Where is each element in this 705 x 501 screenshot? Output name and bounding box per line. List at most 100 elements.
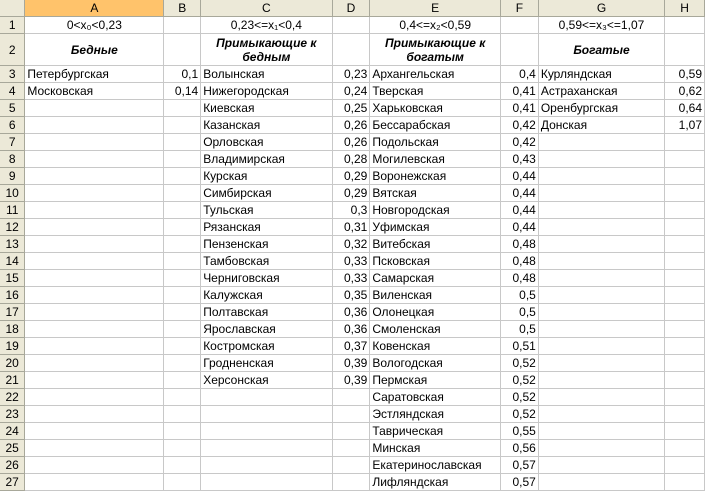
value-cell[interactable] (664, 150, 705, 168)
province-cell[interactable] (200, 405, 333, 423)
row-header[interactable]: 20 (0, 354, 26, 372)
province-cell[interactable] (538, 269, 666, 287)
province-cell[interactable] (200, 439, 333, 457)
row-header[interactable]: 8 (0, 150, 26, 168)
province-cell[interactable] (24, 269, 165, 287)
cell[interactable] (332, 33, 371, 66)
province-cell[interactable]: Воронежская (369, 167, 502, 185)
value-cell[interactable]: 0,5 (500, 303, 539, 321)
value-cell[interactable]: 0,36 (332, 303, 371, 321)
value-cell[interactable] (664, 337, 705, 355)
row-header[interactable]: 3 (0, 65, 26, 83)
province-cell[interactable]: Лифляндская (369, 473, 502, 491)
province-cell[interactable]: Ярославская (200, 320, 333, 338)
column-header-f[interactable]: F (500, 0, 539, 17)
group-header-near-rich[interactable]: Примыкающие к богатым (369, 33, 502, 66)
province-cell[interactable] (538, 439, 666, 457)
province-cell[interactable] (538, 218, 666, 236)
value-cell[interactable] (664, 354, 705, 372)
province-cell[interactable]: Псковская (369, 252, 502, 270)
value-cell[interactable]: 0,35 (332, 286, 371, 304)
province-cell[interactable] (538, 184, 666, 202)
province-cell[interactable] (538, 167, 666, 185)
province-cell[interactable] (538, 150, 666, 168)
province-cell[interactable]: Черниговская (200, 269, 333, 287)
value-cell[interactable] (163, 218, 202, 236)
province-cell[interactable]: Подольская (369, 133, 502, 151)
value-cell[interactable]: 0,52 (500, 354, 539, 372)
province-cell[interactable] (24, 337, 165, 355)
province-cell[interactable]: Самарская (369, 269, 502, 287)
value-cell[interactable] (163, 286, 202, 304)
province-cell[interactable] (24, 286, 165, 304)
province-cell[interactable]: Бессарабская (369, 116, 502, 134)
row-header[interactable]: 13 (0, 235, 26, 253)
row-header[interactable]: 9 (0, 167, 26, 185)
value-cell[interactable] (163, 252, 202, 270)
value-cell[interactable]: 0,5 (500, 286, 539, 304)
row-header[interactable]: 4 (0, 82, 26, 100)
value-cell[interactable]: 0,36 (332, 320, 371, 338)
province-cell[interactable]: Орловская (200, 133, 333, 151)
value-cell[interactable]: 0,29 (332, 184, 371, 202)
province-cell[interactable]: Тверская (369, 82, 502, 100)
province-cell[interactable] (538, 303, 666, 321)
value-cell[interactable]: 0,41 (500, 99, 539, 117)
spreadsheet-grid[interactable]: A B C D E F G H 1 0<x₀<0,23 0,23<=x₁<0,4… (0, 0, 705, 501)
range-label-near-poor[interactable]: 0,23<=x₁<0,4 (200, 16, 333, 34)
province-cell[interactable] (200, 456, 333, 474)
value-cell[interactable]: 0,57 (500, 456, 539, 474)
province-cell[interactable] (24, 388, 165, 406)
value-cell[interactable]: 0,44 (500, 184, 539, 202)
value-cell[interactable]: 0,39 (332, 354, 371, 372)
province-cell[interactable] (538, 133, 666, 151)
value-cell[interactable]: 0,31 (332, 218, 371, 236)
province-cell[interactable] (24, 354, 165, 372)
province-cell[interactable]: Херсонская (200, 371, 333, 389)
province-cell[interactable]: Минская (369, 439, 502, 457)
province-cell[interactable]: Вятская (369, 184, 502, 202)
province-cell[interactable]: Полтавская (200, 303, 333, 321)
row-header[interactable]: 22 (0, 388, 26, 406)
value-cell[interactable]: 0,52 (500, 388, 539, 406)
value-cell[interactable]: 0,42 (500, 116, 539, 134)
province-cell[interactable] (538, 388, 666, 406)
province-cell[interactable] (24, 218, 165, 236)
value-cell[interactable] (163, 337, 202, 355)
value-cell[interactable] (664, 235, 705, 253)
column-header-c[interactable]: C (200, 0, 333, 17)
province-cell[interactable]: Новгородская (369, 201, 502, 219)
row-header[interactable]: 2 (0, 33, 26, 66)
province-cell[interactable] (24, 320, 165, 338)
province-cell[interactable]: Могилевская (369, 150, 502, 168)
value-cell[interactable] (664, 133, 705, 151)
row-header[interactable]: 16 (0, 286, 26, 304)
province-cell[interactable] (24, 184, 165, 202)
province-cell[interactable] (24, 303, 165, 321)
sheet-table[interactable]: A B C D E F G H 1 0<x₀<0,23 0,23<=x₁<0,4… (0, 0, 705, 491)
province-cell[interactable] (24, 133, 165, 151)
province-cell[interactable] (538, 354, 666, 372)
value-cell[interactable]: 0,41 (500, 82, 539, 100)
province-cell[interactable]: Уфимская (369, 218, 502, 236)
value-cell[interactable] (664, 422, 705, 440)
province-cell[interactable] (538, 252, 666, 270)
row-header[interactable]: 17 (0, 303, 26, 321)
row-header[interactable]: 1 (0, 16, 26, 34)
province-cell[interactable]: Вологодская (369, 354, 502, 372)
province-cell[interactable]: Ковенская (369, 337, 502, 355)
value-cell[interactable] (163, 371, 202, 389)
value-cell[interactable] (163, 99, 202, 117)
province-cell[interactable] (24, 252, 165, 270)
range-label-near-rich[interactable]: 0,4<=x₂<0,59 (369, 16, 502, 34)
value-cell[interactable] (664, 218, 705, 236)
province-cell[interactable]: Оренбургская (538, 99, 666, 117)
value-cell[interactable] (163, 269, 202, 287)
range-label-rich[interactable]: 0,59<=x₃<=1,07 (538, 16, 666, 34)
value-cell[interactable] (664, 269, 705, 287)
column-header-e[interactable]: E (369, 0, 502, 17)
province-cell[interactable] (538, 320, 666, 338)
value-cell[interactable] (163, 473, 202, 491)
value-cell[interactable]: 0,43 (500, 150, 539, 168)
row-header[interactable]: 18 (0, 320, 26, 338)
